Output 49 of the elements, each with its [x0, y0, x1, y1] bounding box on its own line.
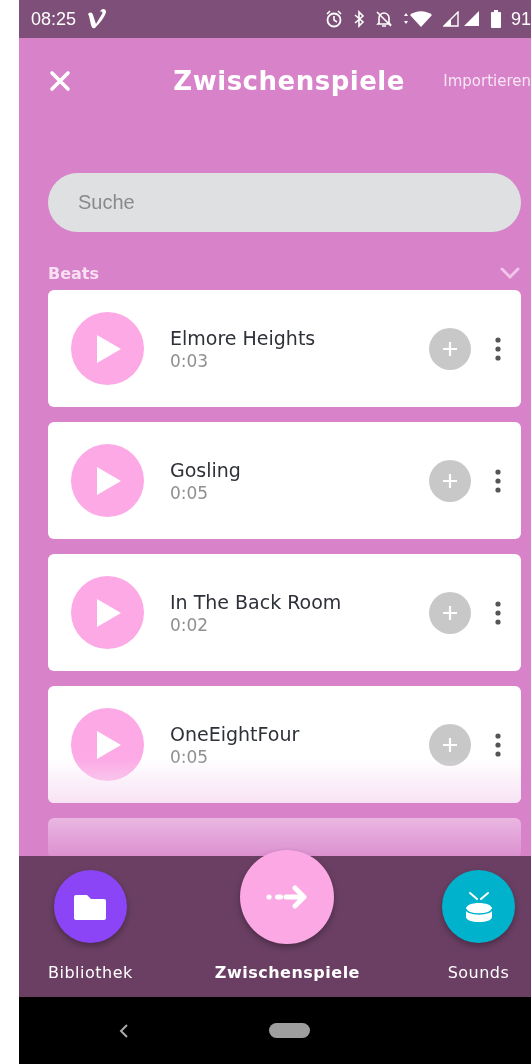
add-button[interactable] — [429, 459, 471, 502]
back-icon[interactable] — [119, 1022, 129, 1039]
add-button[interactable] — [429, 327, 471, 370]
add-button[interactable] — [429, 723, 471, 766]
bell-off-icon — [374, 10, 393, 28]
track-duration: 0:05 — [170, 482, 210, 503]
screen-title: Zwischenspiele — [172, 66, 406, 96]
nav-button[interactable] — [240, 850, 335, 944]
wifi-icon — [402, 10, 433, 28]
nav-label[interactable]: Zwischenspiele — [214, 963, 360, 982]
folder-icon — [73, 892, 108, 921]
chevron-icon[interactable] — [499, 266, 521, 280]
more-icon[interactable] — [495, 468, 501, 493]
add-button[interactable] — [429, 591, 471, 634]
more-icon[interactable] — [495, 732, 501, 757]
status-time: 08:25 — [31, 8, 77, 30]
more-icon[interactable] — [495, 336, 501, 361]
track-title: Gosling — [170, 458, 242, 481]
nav-button[interactable] — [442, 870, 515, 943]
plus-icon — [441, 339, 459, 358]
track-card[interactable]: Elmore Heights 0:03 — [48, 290, 521, 407]
track-title: In The Back Room — [170, 590, 343, 613]
nav-button[interactable] — [53, 870, 127, 943]
signal-icon — [442, 11, 481, 27]
close-button[interactable] — [47, 68, 73, 94]
track-title: Elmore Heights — [170, 326, 317, 349]
track-card[interactable]: Gosling 0:05 — [48, 422, 521, 539]
section-title: Beats — [48, 263, 99, 283]
dotted-arrow-icon — [266, 885, 309, 909]
plus-icon — [441, 471, 459, 490]
track-duration: 0:05 — [170, 746, 210, 767]
home-button[interactable] — [269, 1023, 310, 1038]
drum-icon — [463, 890, 494, 923]
plus-icon — [441, 735, 459, 754]
search-field[interactable]: Suche — [48, 173, 521, 232]
app-notification-icon — [86, 9, 109, 29]
nav-label[interactable]: Bibliothek — [48, 963, 133, 982]
bluetooth-icon — [352, 10, 365, 28]
track-card[interactable]: In The Back Room 0:02 — [48, 554, 521, 671]
battery-level: 91 — [510, 8, 531, 30]
plus-icon — [441, 603, 459, 622]
alarm-icon — [324, 10, 343, 28]
track-title: OneEightFour — [170, 722, 301, 745]
nav-label[interactable]: Sounds — [447, 963, 510, 982]
track-duration: 0:02 — [170, 614, 210, 635]
battery-icon — [490, 10, 501, 28]
track-duration: 0:03 — [170, 350, 210, 371]
track-card[interactable]: OneEightFour 0:05 — [48, 686, 521, 803]
more-icon[interactable] — [495, 600, 501, 625]
